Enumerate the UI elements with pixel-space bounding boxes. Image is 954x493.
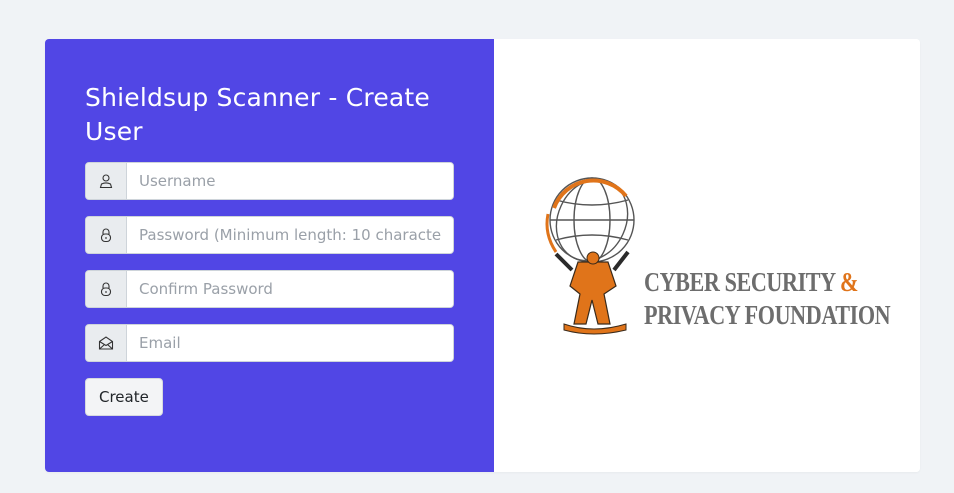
logo-wordmark: CYBER SECURITY & PRIVACY FOUNDATION xyxy=(644,266,891,332)
password-input[interactable] xyxy=(127,217,453,253)
email-field xyxy=(85,324,454,362)
logo-line1: CYBER SECURITY xyxy=(644,267,835,297)
lock-icon xyxy=(86,271,127,307)
foundation-logo: CYBER SECURITY & PRIVACY FOUNDATION xyxy=(534,174,891,344)
email-input[interactable] xyxy=(127,325,453,361)
user-icon xyxy=(86,163,127,199)
lock-icon xyxy=(86,217,127,253)
envelope-icon xyxy=(86,325,127,361)
create-user-card: Shieldsup Scanner - Create User Username… xyxy=(45,39,920,472)
username-field xyxy=(85,162,454,200)
create-button[interactable]: Create xyxy=(85,378,163,416)
confirm-password-input[interactable] xyxy=(127,271,453,307)
form-panel: Shieldsup Scanner - Create User Username… xyxy=(45,39,494,472)
password-field xyxy=(85,216,454,254)
username-input[interactable] xyxy=(127,163,453,199)
page-title: Shieldsup Scanner - Create User xyxy=(85,83,431,146)
logo-line2: PRIVACY FOUNDATION xyxy=(644,300,891,330)
logo-ampersand: & xyxy=(840,267,859,297)
logo-panel: CYBER SECURITY & PRIVACY FOUNDATION xyxy=(494,39,920,472)
confirm-password-field xyxy=(85,270,454,308)
